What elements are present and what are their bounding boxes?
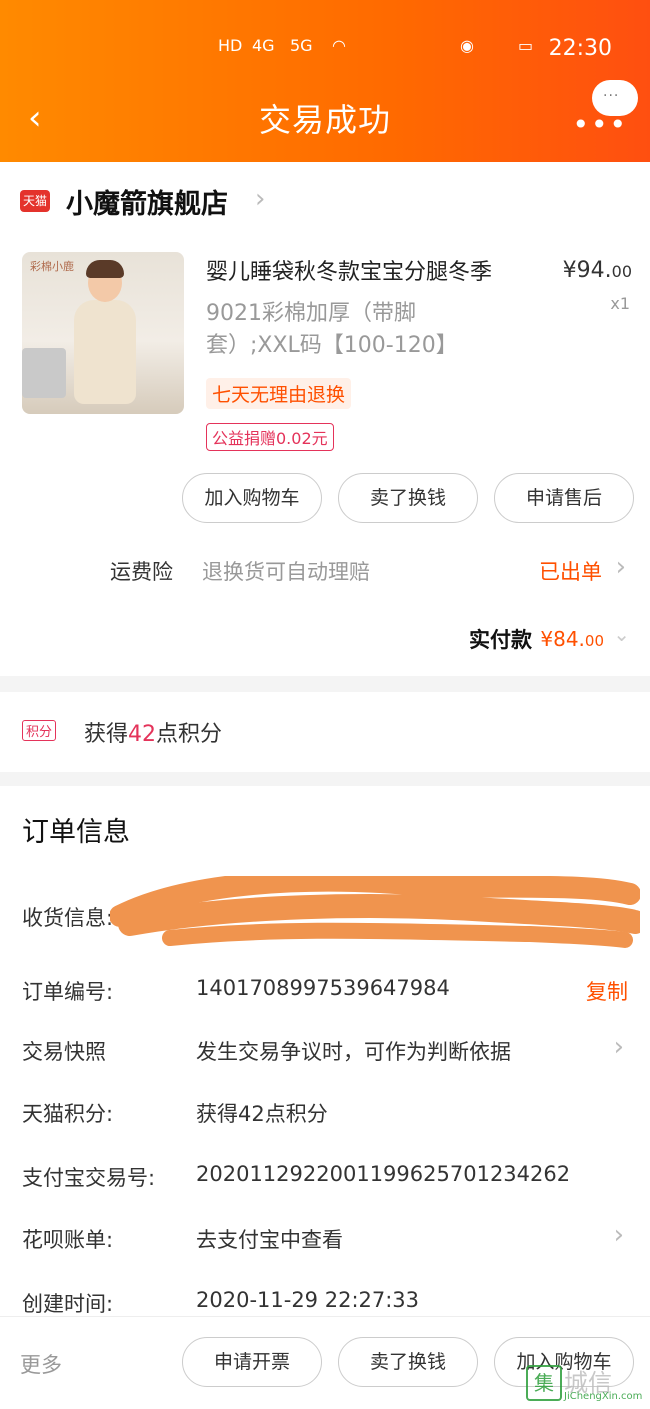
created-time-label: 创建时间: (22, 1292, 114, 1316)
points-text: 获得42点积分 (84, 716, 222, 748)
alipay-trade-label: 支付宝交易号: (22, 1166, 156, 1190)
network-4g-icon: 4G (252, 36, 275, 55)
huabei-value[interactable]: 去支付宝中查看 (196, 1224, 343, 1254)
address-label: 收货信息: (22, 906, 114, 930)
app-header: HD 4G 5G ◠ ◉ ▭ 22:30 ‹ 交易成功 ··· ••• (0, 0, 650, 162)
chevron-right-icon[interactable]: › (614, 1032, 624, 1062)
product-sku: 9021彩棉加厚（带脚套）;XXL码【100-120】 (206, 301, 458, 358)
page-title: 交易成功 (258, 101, 391, 139)
eye-icon: ◉ (460, 36, 474, 55)
after-sale-button[interactable]: 申请售后 (494, 473, 634, 523)
more-dots-icon[interactable]: ••• (572, 108, 628, 141)
product-figure-hair (86, 260, 124, 278)
chevron-right-icon[interactable]: › (616, 552, 626, 582)
order-info-card: 订单信息 收货信息: 订单编号: 1401708997539647984 复制 … (0, 786, 650, 1408)
paid-amount-label: 实付款 (469, 628, 532, 652)
chevron-right-icon[interactable]: › (255, 184, 265, 214)
more-button[interactable]: 更多 (20, 1349, 62, 1379)
product-quantity: x1 (610, 294, 630, 313)
product-price: ¥94.00 (563, 258, 632, 283)
product-figure (74, 300, 136, 404)
charity-tag: 公益捐赠0.02元 (206, 423, 334, 451)
huabei-label[interactable]: 花呗账单: (22, 1224, 113, 1254)
bubble-dots: ··· (603, 88, 620, 104)
wifi-icon: ◠ (332, 36, 346, 55)
price-dec: 00 (611, 262, 632, 281)
watermark-url: JiChengXin.com (564, 1391, 643, 1402)
points-prefix: 获得 (84, 722, 129, 747)
thumbnail-label: 彩棉小鹿 (30, 260, 74, 273)
points-suffix: 点积分 (156, 722, 223, 747)
points-number: 42 (128, 722, 157, 747)
invoice-button[interactable]: 申请开票 (182, 1337, 322, 1387)
tmall-badge: 天猫 (20, 190, 50, 212)
hd-icon: HD (218, 36, 243, 55)
watermark-logo: 集 城信 JiChengXin.com (526, 1363, 644, 1403)
resell-button[interactable]: 卖了换钱 (338, 473, 478, 523)
watermark-box: 集 (526, 1365, 562, 1401)
resell-bottom-button[interactable]: 卖了换钱 (338, 1337, 478, 1387)
battery-icon: ▭ (518, 36, 534, 55)
price-int: ¥94. (562, 258, 612, 283)
chevron-right-icon[interactable]: › (614, 1220, 624, 1250)
redacted-address-scribble (110, 876, 640, 948)
product-title[interactable]: 婴儿睡袋秋冬款宝宝分腿冬季 (206, 254, 492, 286)
clock: 22:30 (548, 36, 612, 61)
return-policy-tag: 七天无理由退换 (206, 378, 352, 409)
status-bar: HD 4G 5G ◠ ◉ ▭ 22:30 (0, 28, 650, 68)
chevron-down-icon[interactable]: ⌄ (613, 622, 630, 646)
add-to-cart-button[interactable]: 加入购物车 (182, 473, 322, 523)
network-5g-icon: 5G (290, 36, 313, 55)
snapshot-value[interactable]: 发生交易争议时，可作为判断依据 (196, 1036, 511, 1066)
paid-amount: ¥84.00 (540, 627, 604, 651)
created-time: 2020-11-29 22:27:33 (196, 1288, 420, 1312)
shipping-insurance-label: 运费险 (110, 560, 173, 584)
alipay-trade-number: 2020112922001199625701234262 (196, 1162, 571, 1186)
shipping-insurance-status[interactable]: 已出单 (539, 556, 602, 586)
points-card: 积分 获得42点积分 (0, 692, 650, 772)
order-number-label: 订单编号: (22, 980, 114, 1004)
paid-int: ¥84. (540, 627, 585, 651)
shipping-insurance-desc: 退换货可自动理赔 (202, 560, 370, 584)
sofa-shape (22, 348, 66, 398)
bottom-action-bar: 更多 申请开票 卖了换钱 加入购物车 集 城信 JiChengXin.com (0, 1316, 650, 1409)
tmall-points-value: 获得42点积分 (196, 1102, 328, 1126)
copy-button[interactable]: 复制 (586, 976, 628, 1006)
order-item-card: 天猫 小魔箭旗舰店 › 彩棉小鹿 婴儿睡袋秋冬款宝宝分腿冬季 ¥94.00 x1… (0, 162, 650, 676)
order-number: 1401708997539647984 (196, 976, 450, 1000)
tmall-points-label: 天猫积分: (22, 1102, 114, 1126)
product-thumbnail[interactable]: 彩棉小鹿 (22, 252, 184, 414)
section-title: 订单信息 (22, 817, 130, 848)
paid-dec: 00 (584, 632, 604, 650)
snapshot-label[interactable]: 交易快照 (22, 1036, 106, 1066)
points-badge: 积分 (22, 720, 57, 741)
shop-name[interactable]: 小魔箭旗舰店 (66, 182, 228, 221)
